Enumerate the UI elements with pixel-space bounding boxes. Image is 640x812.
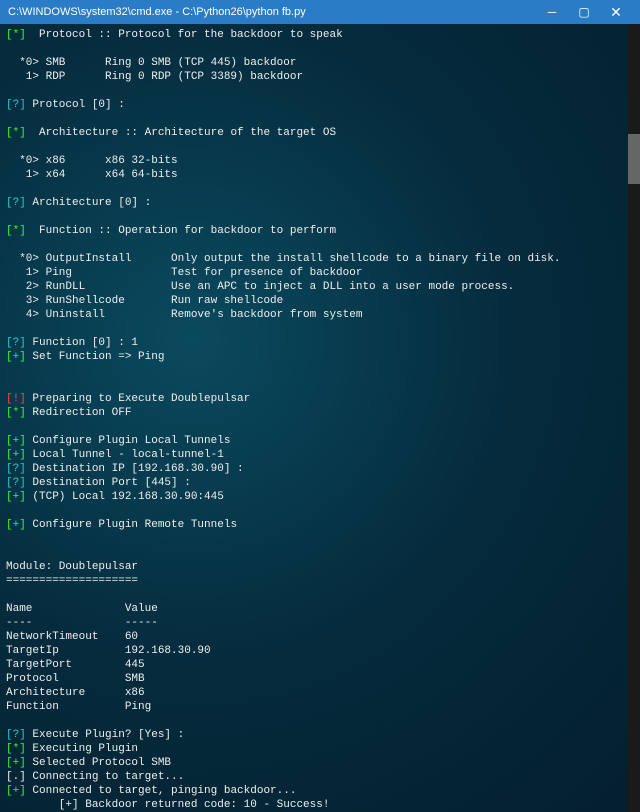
terminal-line: [+] Configure Plugin Remote Tunnels — [6, 518, 634, 532]
terminal-line — [6, 546, 634, 560]
terminal-line: [*] Architecture :: Architecture of the … — [6, 126, 634, 140]
terminal-line: ==================== — [6, 574, 634, 588]
terminal-line: ---- ----- — [6, 616, 634, 630]
terminal-line: NetworkTimeout 60 — [6, 630, 634, 644]
terminal-line: *0> x86 x86 32-bits — [6, 154, 634, 168]
terminal-line: Architecture x86 — [6, 686, 634, 700]
terminal-line: [+] Connected to target, pinging backdoo… — [6, 784, 634, 798]
terminal-line: [+] Local Tunnel - local-tunnel-1 — [6, 448, 634, 462]
terminal-line — [6, 420, 634, 434]
terminal-line: [?] Protocol [0] : — [6, 98, 634, 112]
terminal-line: [+] Configure Plugin Local Tunnels — [6, 434, 634, 448]
terminal-line: [+] Set Function => Ping — [6, 350, 634, 364]
terminal-line: [?] Function [0] : 1 — [6, 336, 634, 350]
terminal-line: 1> RDP Ring 0 RDP (TCP 3389) backdoor — [6, 70, 634, 84]
terminal-line — [6, 532, 634, 546]
terminal-line: 1> x64 x64 64-bits — [6, 168, 634, 182]
terminal-line — [6, 42, 634, 56]
terminal-line: [*] Protocol :: Protocol for the backdoo… — [6, 28, 634, 42]
terminal-line: 2> RunDLL Use an APC to inject a DLL int… — [6, 280, 634, 294]
terminal-line: Name Value — [6, 602, 634, 616]
terminal-line: [?] Architecture [0] : — [6, 196, 634, 210]
terminal-line: Protocol SMB — [6, 672, 634, 686]
terminal-line: [?] Execute Plugin? [Yes] : — [6, 728, 634, 742]
terminal-line — [6, 588, 634, 602]
terminal-line: [*] Function :: Operation for backdoor t… — [6, 224, 634, 238]
terminal-line: 3> RunShellcode Run raw shellcode — [6, 294, 634, 308]
terminal-line: [?] Destination IP [192.168.30.90] : — [6, 462, 634, 476]
terminal-line — [6, 714, 634, 728]
terminal-line: Module: Doublepulsar — [6, 560, 634, 574]
terminal-line: [!] Preparing to Execute Doublepulsar — [6, 392, 634, 406]
terminal-line — [6, 140, 634, 154]
terminal-line: [*] Executing Plugin — [6, 742, 634, 756]
terminal-line — [6, 504, 634, 518]
terminal-line — [6, 112, 634, 126]
terminal-line: *0> SMB Ring 0 SMB (TCP 445) backdoor — [6, 56, 634, 70]
terminal-line — [6, 322, 634, 336]
terminal-line — [6, 378, 634, 392]
terminal-line: [+] (TCP) Local 192.168.30.90:445 — [6, 490, 634, 504]
terminal-line: [+] Backdoor returned code: 10 - Success… — [6, 798, 634, 812]
terminal-line: [.] Connecting to target... — [6, 770, 634, 784]
terminal-line — [6, 84, 634, 98]
close-button[interactable]: ✕ — [600, 0, 632, 24]
terminal-line: [*] Redirection OFF — [6, 406, 634, 420]
terminal-line: 4> Uninstall Remove's backdoor from syst… — [6, 308, 634, 322]
terminal-line: [?] Destination Port [445] : — [6, 476, 634, 490]
terminal-line — [6, 182, 634, 196]
terminal-line: Function Ping — [6, 700, 634, 714]
vertical-scrollbar[interactable] — [628, 24, 640, 812]
terminal-line — [6, 238, 634, 252]
terminal-output: [*] Protocol :: Protocol for the backdoo… — [0, 24, 640, 812]
terminal-line — [6, 210, 634, 224]
window-titlebar: C:\WINDOWS\system32\cmd.exe - C:\Python2… — [0, 0, 640, 24]
minimize-button[interactable]: ─ — [536, 0, 568, 24]
terminal-line: 1> Ping Test for presence of backdoor — [6, 266, 634, 280]
terminal-line: TargetIp 192.168.30.90 — [6, 644, 634, 658]
window-title: C:\WINDOWS\system32\cmd.exe - C:\Python2… — [8, 6, 536, 18]
terminal-line: *0> OutputInstall Only output the instal… — [6, 252, 634, 266]
window-controls: ─ ▢ ✕ — [536, 0, 632, 24]
terminal-line: TargetPort 445 — [6, 658, 634, 672]
terminal-line — [6, 364, 634, 378]
scrollbar-thumb[interactable] — [628, 134, 640, 184]
terminal-line: [+] Selected Protocol SMB — [6, 756, 634, 770]
maximize-button[interactable]: ▢ — [568, 0, 600, 24]
